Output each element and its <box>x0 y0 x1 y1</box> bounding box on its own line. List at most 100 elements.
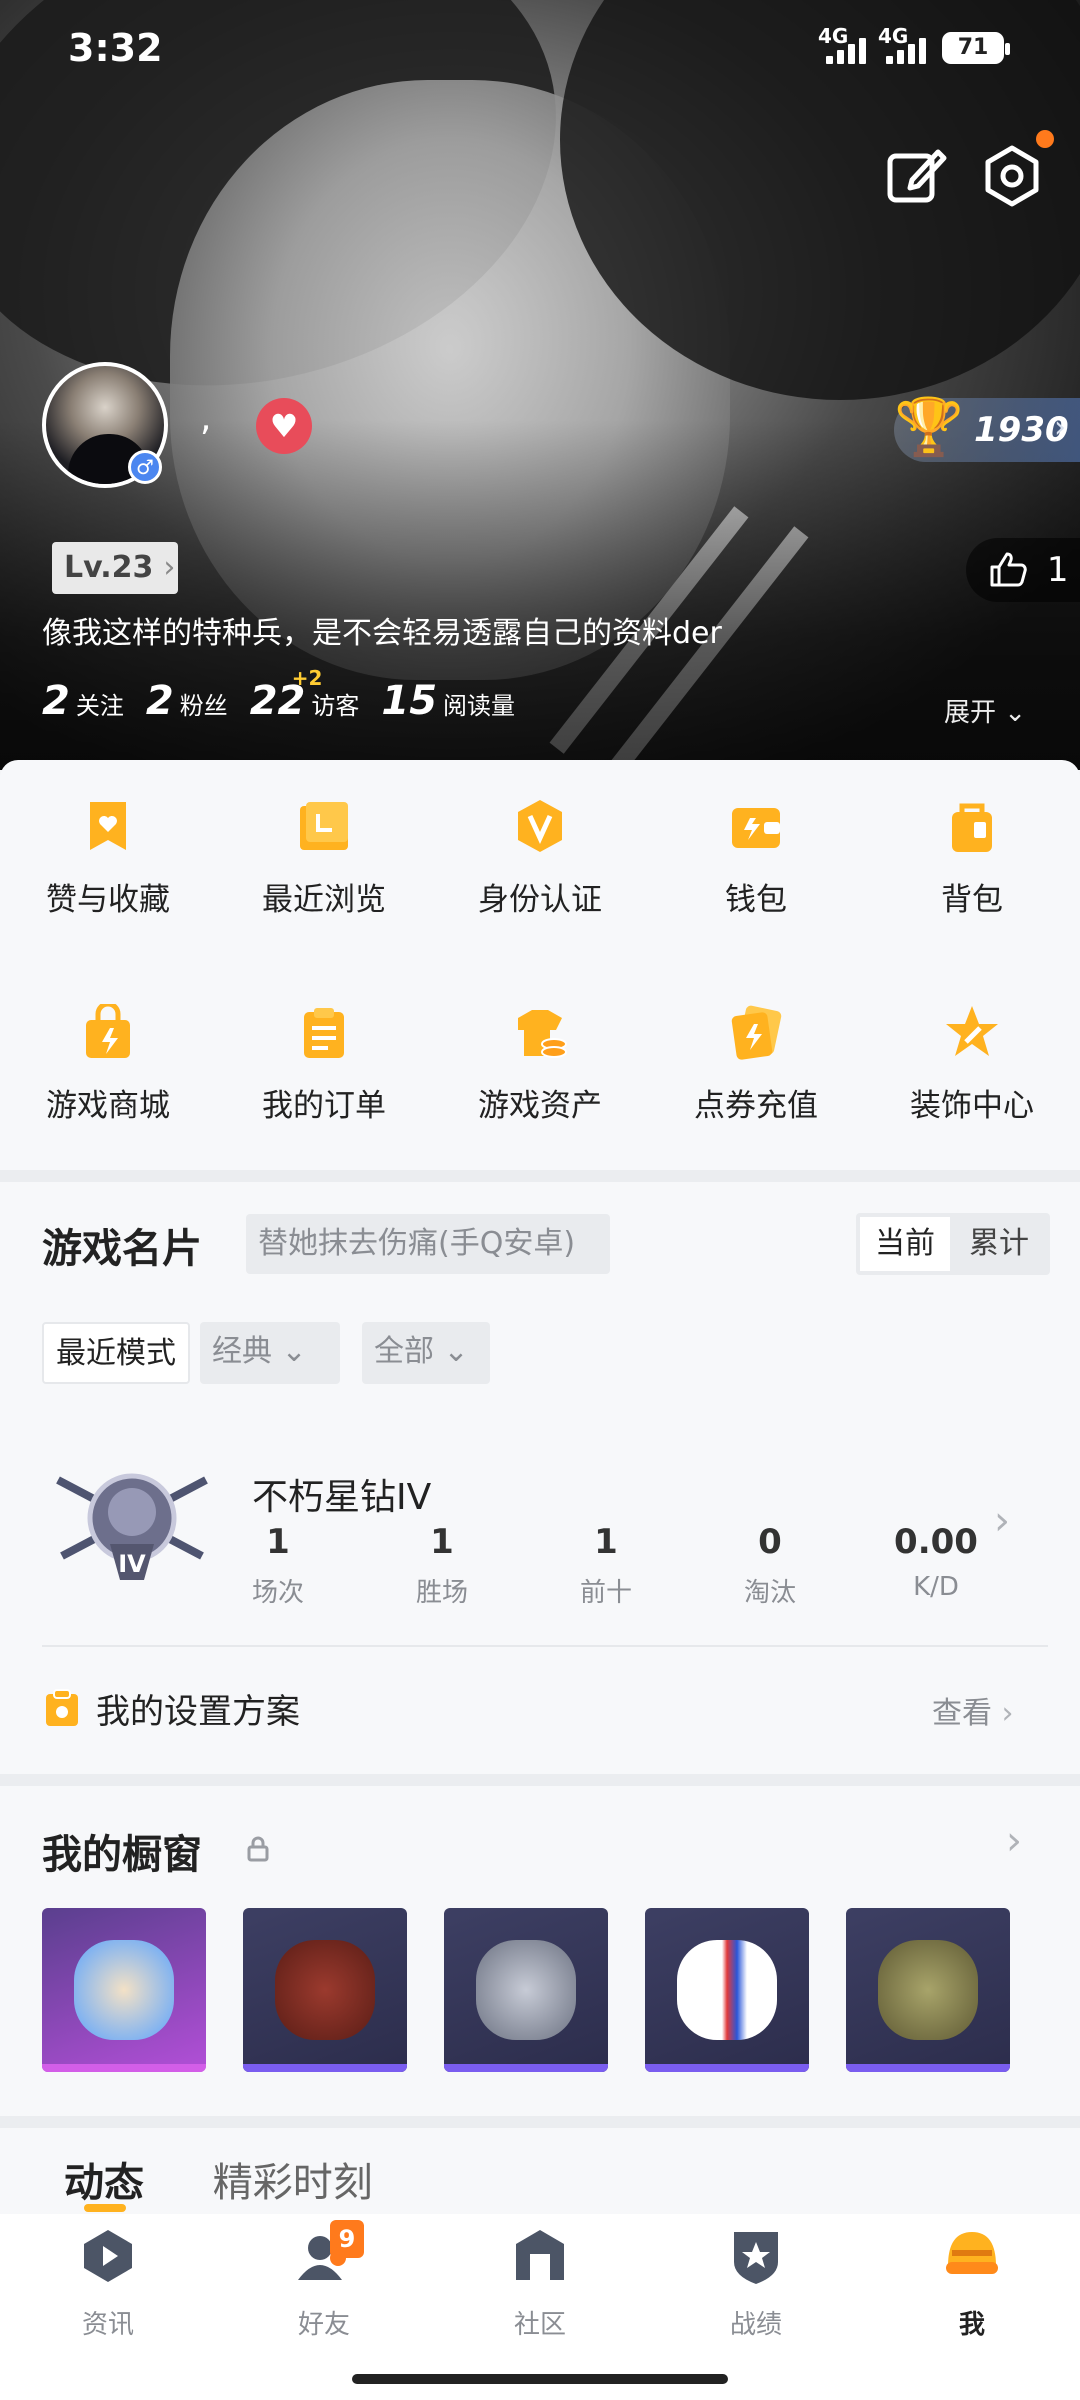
nav-records[interactable]: 战绩 <box>696 2226 816 2341</box>
like-count: 1 <box>1046 550 1069 590</box>
chevron-right-icon[interactable]: › <box>1006 1818 1022 1864</box>
status-time: 3:32 <box>68 26 163 70</box>
feed-tabs: 动态 精彩时刻 <box>64 2150 373 2208</box>
backpack-icon <box>952 803 992 852</box>
verified-v-icon <box>518 800 562 852</box>
clipboard-icon <box>304 1008 344 1058</box>
showcase-item-5[interactable] <box>846 1908 1010 2072</box>
rank-stat-label: K/D <box>913 1572 959 1602</box>
menu-item-9[interactable]: 点券充值 <box>648 1004 864 1125</box>
bookmark-heart-icon <box>90 802 126 850</box>
nav-me[interactable]: 我 <box>912 2226 1032 2341</box>
rank-tier-text: IV <box>118 1550 146 1578</box>
profile-cover <box>0 0 1080 770</box>
level-badge[interactable]: Lv.23 › <box>52 542 178 594</box>
menu-item-label: 身份认证 <box>478 882 602 918</box>
like-button[interactable]: 1 <box>966 538 1080 602</box>
showcase-title: 我的橱窗 <box>42 1832 202 1878</box>
rank-stat-4: 0 淘汰 <box>710 1522 830 1609</box>
setup-plan-label[interactable]: 我的设置方案 <box>96 1684 300 1733</box>
tab-moments[interactable]: 动态 <box>64 2160 144 2206</box>
menu-item-2[interactable]: 最近浏览 <box>216 798 432 919</box>
rank-name: 不朽星钻IV <box>252 1477 432 1518</box>
home-indicator[interactable] <box>352 2374 728 2384</box>
chevron-right-icon: › <box>1054 410 1066 445</box>
news-play-icon <box>84 2230 132 2282</box>
menu-item-3[interactable]: 身份认证 <box>432 798 648 919</box>
menu-item-1[interactable]: 赞与收藏 <box>0 798 216 919</box>
chevron-right-icon: › <box>163 550 176 585</box>
rank-stat-1: 1 场次 <box>218 1522 338 1609</box>
showcase-item-2[interactable] <box>243 1908 407 2072</box>
menu-item-8[interactable]: 游戏资产 <box>432 1004 648 1125</box>
nav-friends[interactable]: 好友 <box>264 2226 384 2341</box>
menu-item-5[interactable]: 背包 <box>864 798 1080 919</box>
mode-filter-all[interactable]: 全部 ⌄ <box>362 1322 490 1384</box>
wallet-icon <box>732 808 780 848</box>
trophy-icon: 🏆 <box>894 395 964 460</box>
card-topup-icon <box>731 1005 782 1060</box>
chevron-down-icon: ⌄ <box>443 1334 469 1369</box>
rank-stat-label: 淘汰 <box>743 1578 796 1608</box>
signal-icon <box>826 36 866 64</box>
menu-item-label: 装饰中心 <box>910 1088 1034 1124</box>
rank-stat-label: 胜场 <box>415 1578 468 1608</box>
menu-item-10[interactable]: 装饰中心 <box>864 1004 1080 1125</box>
following-count[interactable]: 2 <box>42 678 70 724</box>
tab-current[interactable]: 当前 <box>860 1217 950 1271</box>
heart-icon[interactable]: ♥ <box>256 398 312 454</box>
rank-stat-label: 场次 <box>251 1578 304 1608</box>
chevron-down-icon: ⌄ <box>1004 698 1027 728</box>
settings-icon[interactable] <box>980 144 1044 208</box>
menu-item-label: 最近浏览 <box>262 882 386 918</box>
tab-highlights[interactable]: 精彩时刻 <box>213 2160 373 2206</box>
clipboard-gear-icon <box>46 1689 78 1726</box>
server-name[interactable]: 替她抹去伤痛(手Q安卓) <box>246 1214 610 1274</box>
rank-stat-value: 0 <box>758 1522 782 1562</box>
view-button[interactable]: 查看 › <box>932 1688 1014 1732</box>
menu-item-7[interactable]: 我的订单 <box>216 1004 432 1125</box>
menu-item-6[interactable]: 游戏商城 <box>0 1004 216 1125</box>
visitors-label[interactable]: 访客 <box>311 686 359 721</box>
reads-label: 阅读量 <box>443 692 516 720</box>
menu-item-4[interactable]: 钱包 <box>648 798 864 919</box>
reads-count: 15 <box>381 678 438 724</box>
rank-stat-5: 0.00 K/D <box>876 1522 996 1602</box>
fans-label[interactable]: 粉丝 <box>180 686 228 721</box>
chevron-right-icon[interactable]: › <box>994 1498 1010 1544</box>
rank-stat-label: 前十 <box>579 1578 632 1608</box>
shopping-bag-icon <box>86 1004 130 1058</box>
star-brush-icon <box>946 1006 998 1056</box>
rank-stat-value: 1 <box>594 1522 618 1562</box>
tshirt-coins-icon <box>518 1010 567 1058</box>
nav-community[interactable]: 社区 <box>480 2226 600 2341</box>
menu-item-label: 游戏资产 <box>478 1088 602 1124</box>
following-label[interactable]: 关注 <box>76 686 124 721</box>
rank-stat-value: 0.00 <box>894 1522 978 1562</box>
trophy-score-badge[interactable]: 🏆 1930 › <box>894 395 1080 462</box>
fans-count[interactable]: 2 <box>146 678 174 724</box>
expand-button[interactable]: 展开 ⌄ <box>944 692 1026 729</box>
tab-total[interactable]: 累计 <box>954 1217 1044 1271</box>
history-folder-icon <box>300 802 348 850</box>
nav-news[interactable]: 资讯 <box>48 2226 168 2341</box>
showcase-item-4[interactable] <box>645 1908 809 2072</box>
settings-notification-dot <box>1036 130 1054 148</box>
rank-stat-value: 1 <box>430 1522 454 1562</box>
signal-icon-2 <box>886 36 926 64</box>
nickname: , <box>200 398 212 439</box>
showcase-item-1[interactable] <box>42 1908 206 2072</box>
showcase-item-3[interactable] <box>444 1908 608 2072</box>
bio-text: 像我这样的特种兵，是不会轻易透露自己的资料der <box>42 616 722 651</box>
game-card-title: 游戏名片 <box>42 1226 202 1272</box>
records-shield-star-icon <box>734 2232 778 2284</box>
friends-badge: 9 <box>330 2220 364 2258</box>
mode-filter-classic[interactable]: 经典 ⌄ <box>200 1322 340 1384</box>
chevron-right-icon: › <box>1001 1696 1014 1731</box>
active-tab-indicator <box>84 2204 126 2212</box>
chevron-down-icon: ⌄ <box>281 1334 307 1369</box>
edit-icon[interactable] <box>884 144 948 208</box>
mode-filter-recent[interactable]: 最近模式 <box>42 1322 190 1384</box>
menu-item-label: 赞与收藏 <box>46 882 170 918</box>
menu-item-label: 点券充值 <box>694 1088 818 1124</box>
